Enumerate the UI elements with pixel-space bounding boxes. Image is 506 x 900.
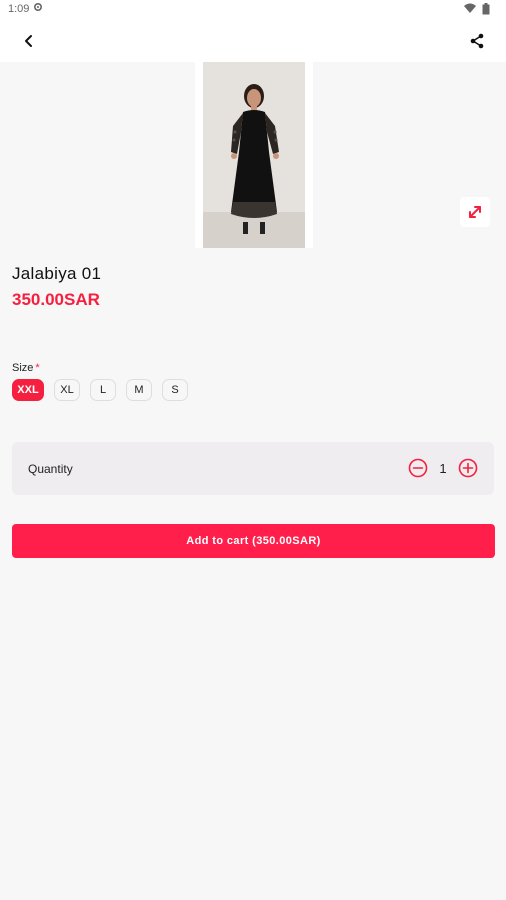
size-option-s[interactable]: S bbox=[162, 379, 188, 401]
quantity-value: 1 bbox=[439, 461, 447, 476]
share-icon[interactable] bbox=[466, 30, 488, 52]
status-bar: 1:09 bbox=[0, 0, 506, 20]
size-options: XXL XL L M S bbox=[12, 379, 188, 401]
required-asterisk: * bbox=[35, 362, 40, 374]
size-option-l[interactable]: L bbox=[90, 379, 116, 401]
battery-icon bbox=[482, 3, 490, 15]
wifi-icon bbox=[464, 3, 476, 13]
size-label-text: Size bbox=[12, 362, 34, 374]
app-bar bbox=[0, 20, 506, 62]
add-to-cart-button[interactable]: Add to cart (350.00SAR) bbox=[12, 524, 495, 558]
size-option-xl[interactable]: XL bbox=[54, 379, 80, 401]
size-option-xxl[interactable]: XXL bbox=[12, 379, 44, 401]
back-arrow-icon[interactable] bbox=[18, 30, 40, 52]
product-image-area bbox=[0, 62, 506, 248]
quantity-label: Quantity bbox=[28, 462, 73, 476]
product-title: Jalabiya 01 bbox=[12, 264, 102, 283]
expand-icon[interactable] bbox=[460, 197, 490, 227]
minus-circle-icon[interactable] bbox=[408, 458, 428, 478]
status-time: 1:09 bbox=[8, 3, 30, 15]
product-price: 350.00SAR bbox=[12, 290, 100, 309]
size-option-m[interactable]: M bbox=[126, 379, 152, 401]
product-image-frame bbox=[195, 62, 313, 248]
product-image[interactable] bbox=[203, 62, 305, 248]
gear-icon bbox=[33, 2, 43, 12]
size-label: Size * bbox=[12, 362, 40, 374]
plus-circle-icon[interactable] bbox=[458, 458, 478, 478]
quantity-card: Quantity 1 bbox=[12, 442, 494, 495]
